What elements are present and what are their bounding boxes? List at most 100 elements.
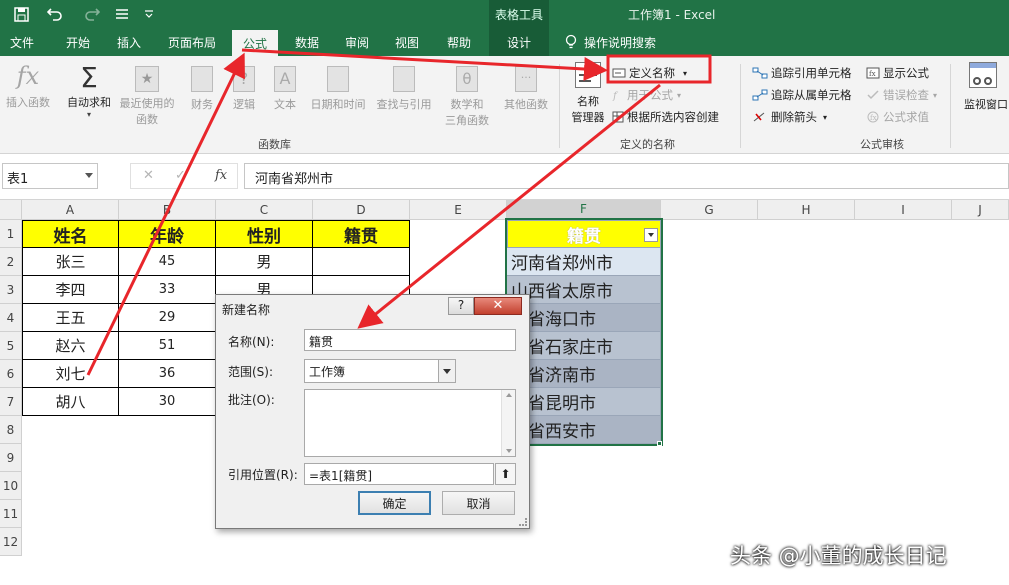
chevron-down-icon[interactable] [438, 359, 456, 383]
tab-help[interactable]: 帮助 [436, 28, 482, 56]
table-header-cell[interactable]: 性别 [216, 220, 313, 248]
list-cell[interactable]: 南省海口市 [507, 304, 661, 332]
table-header-cell[interactable]: 年龄 [119, 220, 216, 248]
row-header[interactable]: 7 [0, 388, 22, 416]
table-cell[interactable]: 51 [119, 332, 216, 360]
enter-icon[interactable]: ✓ [175, 168, 186, 183]
remove-arrows-button[interactable]: 删除箭头 ▾ [752, 107, 827, 127]
column-header[interactable]: B [119, 200, 216, 220]
lookup-button[interactable]: 查找与引用 [372, 62, 436, 112]
select-all-corner[interactable] [0, 200, 22, 220]
column-header[interactable]: E [410, 200, 507, 220]
column-header[interactable]: D [313, 200, 410, 220]
table-header-cell[interactable]: 籍贯 [313, 220, 410, 248]
table-header-cell[interactable]: 姓名 [22, 220, 119, 248]
customize-toolbar-icon[interactable] [140, 3, 158, 25]
row-header[interactable]: 8 [0, 416, 22, 444]
trace-precedents-button[interactable]: 追踪引用单元格 [752, 63, 852, 83]
table-cell[interactable]: 王五 [22, 304, 119, 332]
tab-formulas[interactable]: 公式 [232, 30, 278, 56]
table-cell[interactable] [313, 248, 410, 276]
scrollbar[interactable] [501, 390, 515, 456]
tab-design[interactable]: 设计 [489, 28, 549, 56]
comment-textarea[interactable] [304, 389, 516, 457]
name-input[interactable]: 籍贯 [304, 329, 516, 351]
table-cell[interactable]: 李四 [22, 276, 119, 304]
tab-page-layout[interactable]: 页面布局 [158, 28, 226, 56]
tell-me-search[interactable]: 操作说明搜索 [584, 28, 670, 56]
recent-functions-button[interactable]: ★ 最近使用的 函数 [116, 62, 178, 127]
row-header[interactable]: 3 [0, 276, 22, 304]
column-header[interactable]: A [22, 200, 119, 220]
list-header-cell[interactable]: 籍贯 [507, 220, 661, 248]
tab-file[interactable]: 文件 [0, 28, 44, 56]
define-name-button[interactable]: 定义名称 ▾ [612, 63, 687, 83]
formula-input[interactable]: 河南省郑州市 [244, 163, 1009, 189]
row-header[interactable]: 5 [0, 332, 22, 360]
list-cell[interactable]: 南省昆明市 [507, 388, 661, 416]
table-cell[interactable]: 30 [119, 388, 216, 416]
list-cell[interactable]: 西省西安市 [507, 416, 661, 444]
table-cell[interactable]: 男 [216, 248, 313, 276]
column-header[interactable]: H [758, 200, 855, 220]
table-cell[interactable]: 胡八 [22, 388, 119, 416]
name-box[interactable]: 表1 [2, 163, 98, 189]
table-cell[interactable]: 刘七 [22, 360, 119, 388]
row-header[interactable]: 1 [0, 220, 22, 248]
help-button[interactable]: ? [448, 297, 474, 315]
error-checking-button[interactable]: 错误检查 ▾ [866, 85, 937, 105]
close-button[interactable]: ✕ [474, 297, 522, 315]
tab-review[interactable]: 审阅 [334, 28, 380, 56]
fx-icon[interactable]: fx [215, 168, 227, 183]
logical-button[interactable]: ? 逻辑 [226, 62, 262, 112]
column-header[interactable]: J [952, 200, 1009, 220]
table-cell[interactable]: 33 [119, 276, 216, 304]
tab-insert[interactable]: 插入 [106, 28, 152, 56]
row-header[interactable]: 9 [0, 444, 22, 472]
chevron-down-icon[interactable] [85, 173, 93, 178]
datetime-button[interactable]: 日期和时间 [306, 62, 370, 112]
evaluate-formula-button[interactable]: fx 公式求值 [866, 107, 929, 127]
form-icon[interactable] [112, 3, 132, 25]
undo-icon[interactable] [40, 3, 70, 25]
text-button[interactable]: A 文本 [266, 62, 304, 112]
trace-dependents-button[interactable]: 追踪从属单元格 [752, 85, 852, 105]
tab-data[interactable]: 数据 [284, 28, 330, 56]
resize-grip[interactable] [519, 518, 527, 526]
table-cell[interactable]: 赵六 [22, 332, 119, 360]
table-cell[interactable]: 36 [119, 360, 216, 388]
table-cell[interactable]: 张三 [22, 248, 119, 276]
save-icon[interactable] [10, 3, 32, 25]
scope-select[interactable]: 工作簿 [304, 359, 456, 383]
row-header[interactable]: 11 [0, 500, 22, 528]
create-from-selection-button[interactable]: 根据所选内容创建 [612, 107, 719, 127]
row-header[interactable]: 2 [0, 248, 22, 276]
reference-input[interactable]: =表1[籍贯] [304, 463, 494, 485]
more-functions-button[interactable]: ··· 其他函数 [498, 62, 554, 112]
table-cell[interactable]: 29 [119, 304, 216, 332]
redo-icon[interactable] [78, 3, 106, 25]
table-cell[interactable]: 45 [119, 248, 216, 276]
watch-window-button[interactable]: 监视窗口 [956, 62, 1009, 112]
use-in-formula-button[interactable]: f 用于公式 ▾ [612, 85, 681, 105]
row-header[interactable]: 12 [0, 528, 22, 556]
row-header[interactable]: 10 [0, 472, 22, 500]
tab-home[interactable]: 开始 [54, 28, 102, 56]
cancel-icon[interactable]: ✕ [143, 168, 154, 183]
autosum-button[interactable]: Σ 自动求和 ▾ [62, 62, 116, 120]
name-manager-button[interactable]: 名称 管理器 [566, 62, 610, 125]
column-header[interactable]: C [216, 200, 313, 220]
column-header[interactable]: G [661, 200, 758, 220]
filter-dropdown-icon[interactable] [644, 228, 658, 242]
column-header[interactable]: F [507, 200, 661, 220]
column-header[interactable]: I [855, 200, 952, 220]
collapse-dialog-icon[interactable]: ⬆ [495, 463, 516, 485]
row-header[interactable]: 4 [0, 304, 22, 332]
math-trig-button[interactable]: θ 数学和 三角函数 [438, 62, 496, 128]
list-cell[interactable]: 北省石家庄市 [507, 332, 661, 360]
list-cell[interactable]: 山西省太原市 [507, 276, 661, 304]
fill-handle[interactable] [657, 441, 662, 446]
insert-function-button[interactable]: fx 插入函数 [2, 62, 54, 110]
list-cell[interactable]: 东省济南市 [507, 360, 661, 388]
financial-button[interactable]: 财务 [182, 62, 222, 112]
